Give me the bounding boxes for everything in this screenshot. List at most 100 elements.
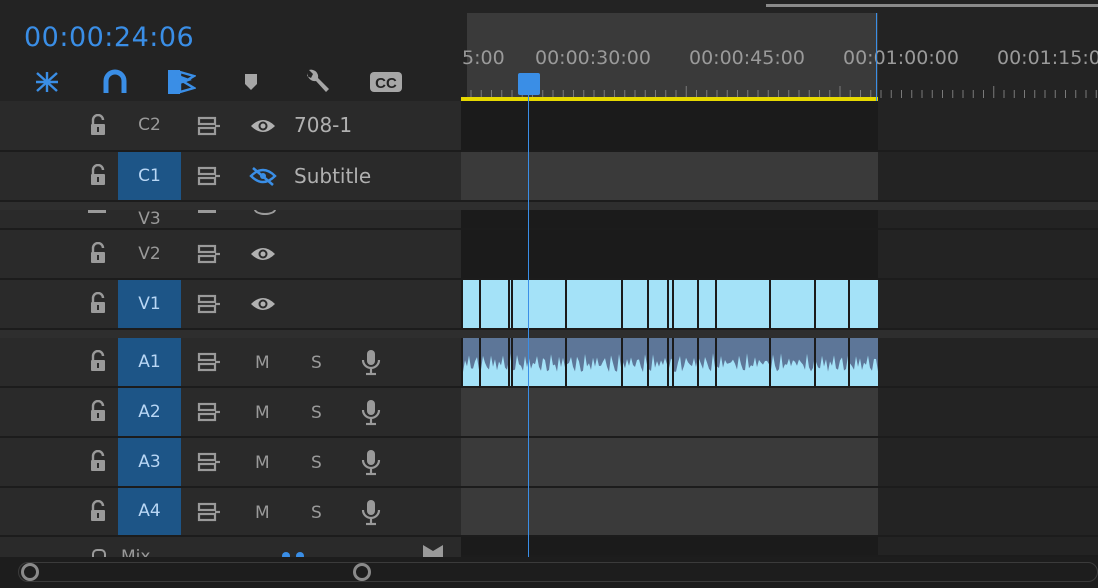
playhead-handle[interactable] [518, 73, 540, 95]
eye-hidden-icon[interactable] [249, 166, 277, 186]
track-lane-a2[interactable] [461, 388, 1098, 438]
microphone-icon[interactable] [360, 348, 382, 376]
track-target-v1[interactable]: V1 [118, 280, 181, 328]
solo-button[interactable]: S [311, 453, 322, 473]
video-audio-divider[interactable] [0, 330, 1098, 338]
wrench-icon[interactable] [302, 68, 332, 96]
track-lane-a3[interactable] [461, 438, 1098, 488]
audio-clip[interactable] [715, 338, 769, 386]
solo-button[interactable]: S [311, 503, 322, 523]
go-to-in-out-icon[interactable] [421, 543, 445, 557]
add-marker-icon[interactable] [236, 68, 266, 96]
video-clip[interactable] [621, 280, 647, 328]
solo-button[interactable]: S [311, 403, 322, 423]
captions-icon[interactable]: CC [368, 68, 404, 96]
lock-icon[interactable] [92, 549, 106, 557]
video-clip[interactable] [479, 280, 508, 328]
sync-lock-icon[interactable] [197, 452, 221, 472]
audio-clip[interactable] [672, 338, 697, 386]
lock-icon[interactable] [88, 164, 108, 186]
track-lane-c2[interactable] [461, 101, 1098, 152]
solo-button[interactable]: S [311, 353, 322, 373]
linked-selection-icon[interactable] [166, 68, 196, 96]
track-target-c2[interactable]: C2 [118, 101, 181, 150]
video-clip[interactable] [814, 280, 848, 328]
track-header-c1[interactable]: C1 Subtitle [0, 152, 461, 202]
track-target-v2[interactable]: V2 [118, 230, 181, 278]
track-lane-c1[interactable] [461, 152, 1098, 202]
track-lane-v1[interactable] [461, 280, 1098, 330]
microphone-icon[interactable] [360, 398, 382, 426]
audio-clip[interactable] [621, 338, 647, 386]
video-clip[interactable] [672, 280, 697, 328]
track-header-a1[interactable]: A1 M S [0, 338, 461, 388]
lock-icon[interactable] [88, 450, 108, 472]
video-clip[interactable] [461, 280, 479, 328]
audio-clip[interactable] [479, 338, 508, 386]
eye-icon[interactable] [249, 294, 277, 314]
mute-button[interactable]: M [255, 453, 270, 473]
video-clip[interactable] [715, 280, 769, 328]
zoom-scroll-handle-right[interactable] [353, 563, 371, 581]
sync-lock-icon[interactable] [197, 502, 221, 522]
audio-clip[interactable] [697, 338, 715, 386]
track-lane-v2[interactable] [461, 230, 1098, 280]
track-header-a2[interactable]: A2 M S [0, 388, 461, 438]
audio-clip[interactable] [848, 338, 878, 386]
track-header-a3[interactable]: A3 M S [0, 438, 461, 488]
caption-video-divider[interactable] [0, 202, 1098, 210]
lock-icon[interactable] [88, 242, 108, 264]
mute-button[interactable]: M [255, 353, 270, 373]
track-lane-v3[interactable] [461, 210, 1098, 230]
sync-lock-icon[interactable] [197, 294, 221, 314]
track-header-mix[interactable]: Mix [0, 537, 461, 557]
audio-clip[interactable] [647, 338, 667, 386]
track-header-c2[interactable]: C2 708-1 [0, 101, 461, 152]
playhead-timecode[interactable]: 00:00:24:06 [24, 22, 194, 53]
mute-button[interactable]: M [255, 503, 270, 523]
sync-lock-icon[interactable] [197, 402, 221, 422]
sync-lock-icon[interactable] [197, 244, 221, 264]
video-clip[interactable] [697, 280, 715, 328]
audio-clip[interactable] [814, 338, 848, 386]
snap-in-timeline-icon[interactable] [32, 68, 62, 96]
sync-lock-icon[interactable] [197, 166, 221, 186]
microphone-icon[interactable] [360, 448, 382, 476]
track-target-v3[interactable]: V3 [118, 210, 181, 228]
video-clip[interactable] [565, 280, 621, 328]
track-header-v3[interactable]: V3 [0, 210, 461, 230]
video-clip[interactable] [848, 280, 878, 328]
video-clip[interactable] [769, 280, 814, 328]
track-target-c1[interactable]: C1 [118, 152, 181, 200]
magnet-icon[interactable] [100, 68, 130, 96]
lock-icon[interactable] [88, 400, 108, 422]
track-lane-a1[interactable] [461, 338, 1098, 388]
audio-clip[interactable] [769, 338, 814, 386]
track-target-a2[interactable]: A2 [118, 388, 181, 436]
video-clip[interactable] [647, 280, 667, 328]
video-clip[interactable] [511, 280, 565, 328]
track-lane-a4[interactable] [461, 488, 1098, 537]
lock-icon[interactable] [88, 500, 108, 522]
track-target-a3[interactable]: A3 [118, 438, 181, 486]
eye-icon[interactable] [249, 116, 277, 136]
playhead-line[interactable] [528, 95, 529, 559]
zoom-scroll-track[interactable] [18, 562, 1098, 582]
track-header-v2[interactable]: V2 [0, 230, 461, 280]
lock-icon[interactable] [88, 292, 108, 314]
lock-icon[interactable] [88, 350, 108, 372]
sync-lock-icon[interactable] [197, 352, 221, 372]
audio-clip[interactable] [565, 338, 621, 386]
audio-clip[interactable] [461, 338, 479, 386]
audio-clip[interactable] [511, 338, 565, 386]
zoom-scroll-handle-left[interactable] [21, 563, 39, 581]
track-header-a4[interactable]: A4 M S [0, 488, 461, 537]
lock-icon[interactable] [88, 114, 108, 136]
track-header-v1[interactable]: V1 [0, 280, 461, 330]
microphone-icon[interactable] [360, 498, 382, 526]
sync-lock-icon[interactable] [197, 116, 221, 136]
track-target-a4[interactable]: A4 [118, 488, 181, 535]
eye-icon[interactable] [249, 244, 277, 264]
mute-button[interactable]: M [255, 403, 270, 423]
track-target-a1[interactable]: A1 [118, 338, 181, 386]
